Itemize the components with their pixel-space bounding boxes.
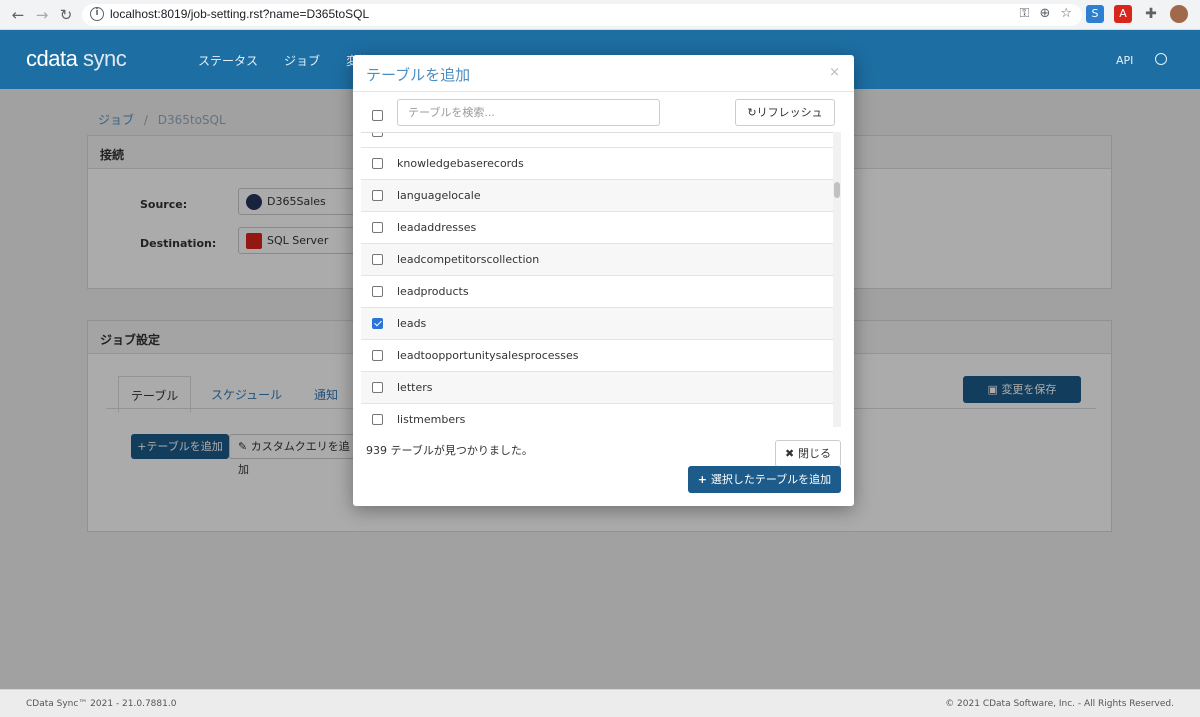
table-name: letters — [397, 381, 433, 394]
list-item[interactable]: leadproducts — [361, 276, 833, 308]
table-checkbox[interactable] — [372, 158, 383, 169]
address-bar[interactable]: i localhost:8019/job-setting.rst?name=D3… — [82, 4, 1082, 26]
add-selected-label: 選択したテーブルを追加 — [710, 473, 832, 486]
list-item[interactable]: leadtoopportunitysalesprocesses — [361, 340, 833, 372]
table-checkbox[interactable] — [372, 133, 383, 137]
table-name: languagelocale — [397, 189, 481, 202]
found-count: 939 テーブルが見つかりました。 — [366, 444, 533, 457]
list-item[interactable]: languagelocale — [361, 180, 833, 212]
logo-sync-text: sync — [82, 46, 127, 71]
api-link[interactable]: API — [1116, 54, 1133, 67]
refresh-button[interactable]: ↻リフレッシュ — [735, 99, 835, 126]
refresh-icon: ↻ — [747, 106, 757, 119]
close-icon[interactable]: × — [829, 65, 840, 80]
nav-status[interactable]: ステータス — [198, 52, 258, 69]
table-name: listmembers — [397, 413, 466, 426]
select-all-checkbox[interactable] — [372, 110, 383, 121]
modal-title: テーブルを追加 — [366, 66, 471, 84]
table-search-input[interactable] — [397, 99, 660, 126]
table-name: leadtoopportunitysalesprocesses — [397, 349, 579, 362]
list-item[interactable]: leadaddresses — [361, 212, 833, 244]
table-checkbox[interactable] — [372, 286, 383, 297]
table-name: knowledgebaserecords — [397, 157, 524, 170]
list-item[interactable] — [361, 133, 833, 148]
list-item[interactable]: leadcompetitorscollection — [361, 244, 833, 276]
reload-icon[interactable]: ↻ — [56, 5, 76, 25]
table-checkbox[interactable] — [372, 414, 383, 425]
back-arrow-icon[interactable]: ← — [8, 5, 28, 25]
key-icon[interactable]: ⚿ — [1020, 6, 1030, 21]
footer-copyright: © 2021 CData Software, Inc. - All Rights… — [945, 699, 1174, 709]
close-label: 閉じる — [798, 447, 832, 460]
footer-version: CData Sync™ 2021 - 21.0.7881.0 — [26, 699, 177, 709]
table-checkbox[interactable] — [372, 254, 383, 265]
user-icon[interactable] — [1155, 53, 1167, 65]
close-button[interactable]: ✖ 閉じる — [775, 440, 841, 467]
table-name: leads — [397, 317, 427, 330]
table-checkbox-checked[interactable] — [372, 318, 383, 329]
refresh-label: リフレッシュ — [756, 106, 823, 119]
table-checkbox[interactable] — [372, 382, 383, 393]
x-icon: ✖ — [784, 447, 799, 460]
scrollbar-thumb[interactable] — [834, 182, 840, 198]
extension-s-icon[interactable]: S — [1086, 5, 1104, 23]
browser-toolbar: ← → ↻ i localhost:8019/job-setting.rst?n… — [0, 0, 1200, 30]
profile-avatar[interactable] — [1170, 5, 1188, 23]
table-checkbox[interactable] — [372, 222, 383, 233]
table-list-scrollbar[interactable] — [833, 132, 841, 427]
site-info-icon[interactable]: i — [90, 7, 104, 21]
table-checkbox[interactable] — [372, 190, 383, 201]
list-item[interactable]: listmembers — [361, 404, 833, 427]
logo-main-text: cdata — [26, 46, 78, 71]
top-nav: ステータス ジョブ 変換 — [198, 52, 370, 69]
list-item[interactable]: knowledgebaserecords — [361, 148, 833, 180]
table-name: leadcompetitorscollection — [397, 253, 540, 266]
url-text: localhost:8019/job-setting.rst?name=D365… — [110, 7, 370, 21]
table-list[interactable]: knowledgebaserecords languagelocale lead… — [361, 132, 841, 427]
zoom-icon[interactable]: ⊕ — [1039, 6, 1050, 21]
footer: CData Sync™ 2021 - 21.0.7881.0 © 2021 CD… — [0, 689, 1200, 717]
list-item[interactable]: letters — [361, 372, 833, 404]
table-checkbox[interactable] — [372, 350, 383, 361]
cdata-sync-logo[interactable]: cdata sync — [26, 46, 127, 72]
table-name: leadproducts — [397, 285, 469, 298]
add-table-modal: テーブルを追加 × ↻リフレッシュ knowledgebaserecords l… — [353, 55, 854, 506]
star-icon[interactable]: ☆ — [1060, 6, 1072, 21]
nav-jobs[interactable]: ジョブ — [284, 52, 320, 69]
list-item[interactable]: leads — [361, 308, 833, 340]
pdf-extension-icon[interactable]: A — [1114, 5, 1132, 23]
plus-icon: + — [697, 473, 711, 486]
add-selected-tables-button[interactable]: + 選択したテーブルを追加 — [688, 466, 841, 493]
forward-arrow-icon[interactable]: → — [32, 5, 52, 25]
table-name: leadaddresses — [397, 221, 477, 234]
puzzle-icon[interactable]: ✚ — [1142, 5, 1160, 23]
modal-header: テーブルを追加 × — [353, 55, 854, 92]
